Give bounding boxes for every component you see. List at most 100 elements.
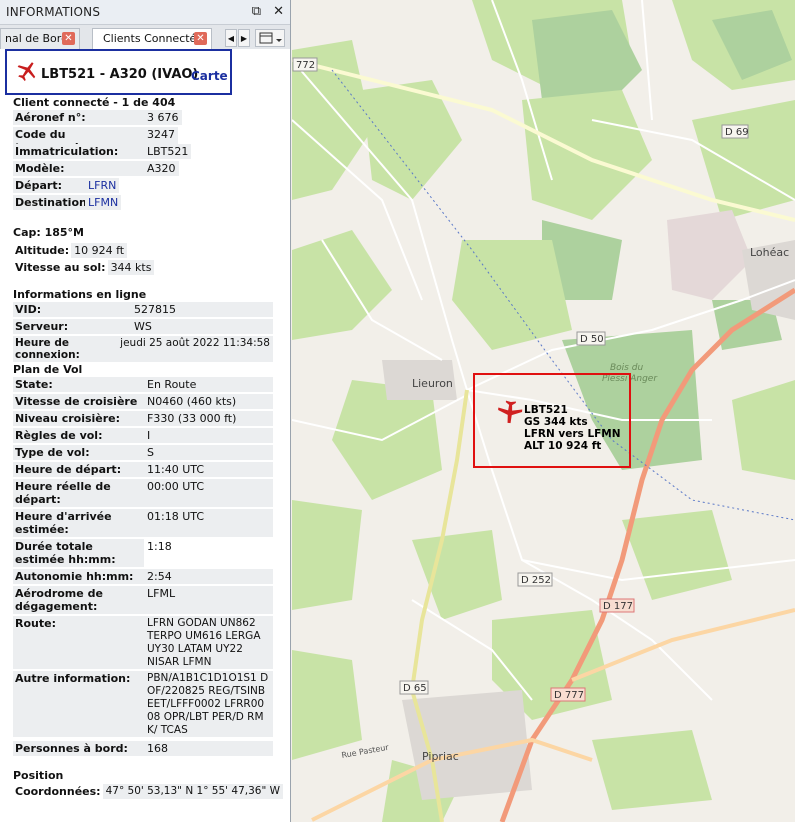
row-value: PBN/A1B1C1D1O1S1 DOF/220825 REG/TSINB EE… bbox=[144, 671, 273, 737]
row-label: Heure de départ: bbox=[13, 462, 144, 477]
client-title: LBT521 - A320 (IVAO) bbox=[41, 67, 199, 82]
row-vid: VID: 527815 bbox=[13, 302, 273, 317]
tab-list-menu-icon[interactable] bbox=[255, 29, 285, 47]
row-flight-type: Type de vol: S bbox=[13, 445, 273, 460]
row-route: Route: LFRN GODAN UN862 TERPO UM616 LERGA… bbox=[13, 616, 273, 669]
position-section-title: Position bbox=[13, 769, 64, 782]
row-value: 527815 bbox=[131, 302, 273, 317]
row-value: WS bbox=[131, 319, 273, 334]
row-value: 2:54 bbox=[144, 569, 273, 584]
row-label: Heure d'arrivée estimée: bbox=[13, 509, 144, 537]
aircraft-label-route: LFRN vers LFMN bbox=[524, 428, 621, 440]
row-label: Règles de vol: bbox=[13, 428, 144, 443]
aircraft-label-callsign: LBT521 bbox=[524, 404, 568, 416]
row-label: Immatriculation: bbox=[13, 144, 144, 159]
close-tab-icon[interactable]: ✕ bbox=[194, 32, 207, 45]
float-window-icon[interactable]: ⧉ bbox=[252, 4, 261, 19]
row-label: Altitude: bbox=[15, 244, 70, 257]
row-label: Modèle: bbox=[13, 161, 144, 176]
aircraft-label-alt: ALT 10 924 ft bbox=[524, 440, 601, 452]
row-label: Durée totale estimée hh:mm: bbox=[13, 539, 144, 567]
row-value: 01:18 UTC bbox=[144, 509, 273, 537]
client-header: LBT521 - A320 (IVAO) Carte bbox=[5, 49, 232, 95]
tab-label: nal de Bord bbox=[5, 32, 69, 45]
panel-titlebar: INFORMATIONS ⧉ ✕ bbox=[0, 0, 290, 25]
row-state: State: En Route bbox=[13, 377, 273, 392]
row-departure-time: Heure de départ: 11:40 UTC bbox=[13, 462, 273, 477]
row-total-duration: Durée totale estimée hh:mm: 1:18 bbox=[13, 539, 273, 567]
row-other-info: Autre information: PBN/A1B1C1D1O1S1 DOF/2… bbox=[13, 671, 273, 737]
row-ground-speed: Vitesse au sol: 344 kts bbox=[13, 260, 273, 275]
client-details: LBT521 - A320 (IVAO) Carte Client connec… bbox=[0, 49, 290, 822]
aircraft-label-gs: GS 344 kts bbox=[524, 416, 588, 428]
row-label: State: bbox=[13, 377, 144, 392]
town-label-lieuron: Lieuron bbox=[412, 377, 453, 390]
road-label-d252: D 252 bbox=[521, 575, 551, 586]
tab-journal-de-bord[interactable]: nal de Bord ✕ bbox=[0, 28, 80, 49]
row-label: Destination: bbox=[13, 195, 92, 210]
departure-link[interactable]: LFRN bbox=[85, 178, 120, 193]
map-link[interactable]: Carte bbox=[191, 69, 228, 83]
tab-bar: nal de Bord ✕ Clients Connectés ✕ ◀ ▶ bbox=[0, 25, 290, 50]
road-label-d177: D 177 bbox=[603, 601, 633, 612]
row-value: 47° 50' 53,13" N 1° 55' 47,36" W bbox=[102, 784, 283, 799]
row-model: Modèle: A320 bbox=[13, 161, 273, 176]
row-connection-time: Heure de connexion: jeudi 25 août 2022 11… bbox=[13, 336, 273, 362]
row-label: Vitesse de croisière bbox=[13, 394, 144, 409]
row-destination: Destination: LFMN bbox=[13, 195, 273, 210]
tab-label: Clients Connectés bbox=[103, 32, 203, 45]
row-label: Route: bbox=[13, 616, 144, 669]
informations-panel: INFORMATIONS ⧉ ✕ nal de Bord ✕ Clients C… bbox=[0, 0, 291, 822]
destination-link[interactable]: LFMN bbox=[85, 195, 122, 210]
map-view[interactable]: 772 D 69 D 50 D 252 D 177 D 65 D 777 Loh… bbox=[292, 0, 795, 822]
online-section-title: Informations en ligne bbox=[13, 288, 147, 301]
row-aircraft-number: Aéronef n°: 3 676 bbox=[13, 110, 273, 125]
row-actual-departure: Heure réelle de départ: 00:00 UTC bbox=[13, 479, 273, 507]
tab-scroll-left-icon[interactable]: ◀ bbox=[225, 29, 237, 47]
row-value: LBT521 bbox=[144, 144, 192, 159]
row-label: Aérodrome de dégagement: bbox=[13, 586, 144, 614]
row-label: Heure de connexion: bbox=[13, 336, 118, 362]
row-label: Personnes à bord: bbox=[13, 741, 144, 756]
heading-value: Cap: 185°M bbox=[13, 226, 85, 239]
row-value: S bbox=[144, 445, 273, 460]
row-value: 1:18 bbox=[147, 540, 172, 553]
road-label-d69: D 69 bbox=[725, 127, 749, 138]
row-value: 10 924 ft bbox=[71, 243, 128, 258]
row-label: Niveau croisière: bbox=[13, 411, 144, 426]
town-label-loheac: Lohéac bbox=[750, 246, 789, 259]
row-label: Autre information: bbox=[13, 671, 144, 737]
road-label-d65: D 65 bbox=[403, 683, 427, 694]
close-tab-icon[interactable]: ✕ bbox=[62, 32, 75, 45]
airplane-icon bbox=[17, 62, 36, 82]
row-label: Coordonnées: bbox=[15, 785, 101, 798]
close-icon[interactable]: ✕ bbox=[273, 4, 284, 19]
row-value: 344 kts bbox=[107, 260, 155, 275]
row-value: 3 676 bbox=[144, 110, 182, 125]
row-value: jeudi 25 août 2022 11:34:58 bbox=[117, 336, 273, 362]
row-value: 168 bbox=[144, 741, 273, 756]
row-label: Vitesse au sol: bbox=[15, 261, 106, 274]
road-label-d777: D 777 bbox=[554, 690, 584, 701]
tab-scroll-right-icon[interactable]: ▶ bbox=[238, 29, 250, 47]
client-section-title: Client connecté - 1 de 404 bbox=[13, 96, 176, 109]
row-value: LFRN GODAN UN862 TERPO UM616 LERGA UY30 … bbox=[144, 616, 273, 669]
town-label-pipriac: Pipriac bbox=[422, 750, 459, 763]
tab-clients-connectes[interactable]: Clients Connectés ✕ bbox=[92, 28, 212, 49]
row-value: A320 bbox=[144, 161, 179, 176]
row-value: En Route bbox=[144, 377, 273, 392]
row-coordinates: Coordonnées: 47° 50' 53,13" N 1° 55' 47,3… bbox=[13, 784, 288, 799]
flightplan-section-title: Plan de Vol bbox=[13, 363, 83, 376]
road-label-772: 772 bbox=[296, 60, 315, 71]
row-value: 00:00 UTC bbox=[144, 479, 273, 507]
row-flight-rules: Règles de vol: I bbox=[13, 428, 273, 443]
row-server: Serveur: WS bbox=[13, 319, 273, 334]
row-label: Heure réelle de départ: bbox=[13, 479, 144, 507]
row-label: Aéronef n°: bbox=[13, 110, 144, 125]
row-value: F330 (33 000 ft) bbox=[144, 411, 273, 426]
row-departure: Départ: LFRN bbox=[13, 178, 273, 193]
row-value: I bbox=[144, 428, 273, 443]
row-value: LFML bbox=[144, 586, 273, 614]
row-label: VID: bbox=[13, 302, 131, 317]
row-altitude: Altitude: 10 924 ft bbox=[13, 243, 273, 258]
